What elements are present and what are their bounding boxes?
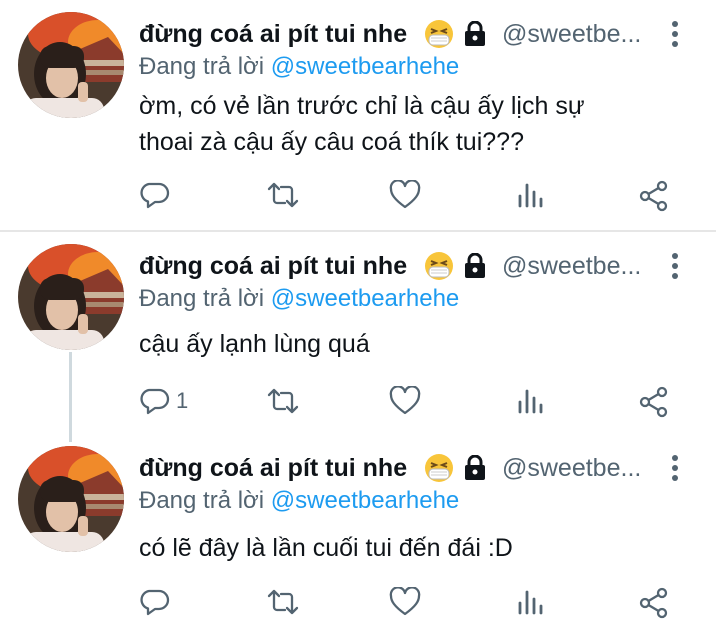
avatar[interactable]	[18, 244, 124, 350]
replying-to: Đang trả lời @sweetbearhehe	[139, 282, 459, 316]
avatar[interactable]	[18, 12, 124, 118]
author-handle: @sweetbe...	[502, 252, 642, 280]
analytics-button[interactable]	[516, 175, 556, 215]
heart-icon	[389, 180, 421, 209]
reply-icon	[140, 388, 170, 415]
avatar[interactable]	[18, 446, 124, 552]
reply-icon	[140, 182, 170, 209]
analytics-icon	[518, 183, 543, 208]
author-handle: @sweetbe...	[502, 20, 642, 48]
replying-prefix: Đang trả lời	[139, 53, 265, 80]
share-icon	[639, 587, 668, 619]
share-button[interactable]	[638, 175, 678, 215]
tweet-header: đừng coá ai pít tui nhe @sweetbe...	[139, 16, 699, 52]
like-button[interactable]	[389, 175, 429, 215]
analytics-icon	[518, 590, 543, 615]
analytics-button[interactable]	[516, 582, 556, 622]
retweet-icon	[267, 589, 299, 615]
more-options-icon[interactable]	[671, 454, 679, 482]
reply-button[interactable]	[140, 175, 200, 215]
heart-icon	[389, 386, 421, 415]
face-with-medical-mask-squinting-emoji	[424, 19, 454, 49]
tweet-header: đừng coá ai pít tui nhe @sweetbe...	[139, 450, 699, 486]
more-options-icon[interactable]	[671, 20, 679, 48]
replying-prefix: Đang trả lời	[139, 285, 265, 312]
like-button[interactable]	[389, 582, 429, 622]
share-button[interactable]	[638, 582, 678, 622]
tweet-header: đừng coá ai pít tui nhe @sweetbe...	[139, 248, 699, 284]
lock-icon	[463, 252, 487, 279]
tweet-1[interactable]: đừng coá ai pít tui nhe @sweetbe... Đang…	[0, 0, 716, 232]
author-handle: @sweetbe...	[502, 454, 642, 482]
tweet-text: ờm, có vẻ lần trước chỉ là cậu ấy lịch s…	[139, 88, 659, 160]
lock-icon	[463, 20, 487, 47]
tweet-text-line: thoai zà cậu ấy câu coá thík tui???	[139, 128, 524, 156]
author-name[interactable]: đừng coá ai pít tui nhe	[139, 450, 407, 486]
reply-button[interactable]	[140, 582, 200, 622]
tweet-text: cậu ấy lạnh lùng quá	[139, 326, 659, 362]
retweet-button[interactable]	[266, 381, 306, 421]
replying-mention-link[interactable]: @sweetbearhehe	[271, 53, 459, 80]
like-button[interactable]	[389, 381, 429, 421]
face-with-medical-mask-squinting-emoji	[424, 453, 454, 483]
tweet-2[interactable]: đừng coá ai pít tui nhe @sweetbe... Đang…	[0, 232, 716, 440]
tweet-text-line: ờm, có vẻ lần trước chỉ là cậu ấy lịch s…	[139, 92, 585, 120]
replying-to: Đang trả lời @sweetbearhehe	[139, 50, 459, 84]
replying-to: Đang trả lời @sweetbearhehe	[139, 484, 459, 518]
analytics-icon	[518, 389, 543, 414]
share-icon	[639, 180, 668, 212]
share-button[interactable]	[638, 381, 678, 421]
tweet-actions: 1	[0, 381, 716, 421]
retweet-button[interactable]	[266, 582, 306, 622]
tweet-text-line: cậu ấy lạnh lùng quá	[139, 330, 370, 358]
lock-icon	[463, 454, 487, 481]
reply-count: 1	[176, 388, 189, 413]
retweet-button[interactable]	[266, 175, 306, 215]
tweet-actions	[0, 582, 716, 622]
author-name[interactable]: đừng coá ai pít tui nhe	[139, 16, 407, 52]
tweet-3[interactable]: đừng coá ai pít tui nhe @sweetbe... Đang…	[0, 434, 716, 620]
replying-mention-link[interactable]: @sweetbearhehe	[271, 487, 459, 514]
face-with-medical-mask-squinting-emoji	[424, 251, 454, 281]
author-name[interactable]: đừng coá ai pít tui nhe	[139, 248, 407, 284]
tweet-text: có lẽ đây là lần cuối tui đến đái :D	[139, 530, 659, 566]
analytics-button[interactable]	[516, 381, 556, 421]
more-options-icon[interactable]	[671, 252, 679, 280]
replying-prefix: Đang trả lời	[139, 487, 265, 514]
tweet-actions	[0, 175, 716, 215]
reply-button[interactable]: 1	[140, 381, 200, 421]
heart-icon	[389, 587, 421, 616]
share-icon	[639, 386, 668, 418]
tweet-text-line: có lẽ đây là lần cuối tui đến đái :D	[139, 534, 513, 562]
reply-icon	[140, 589, 170, 616]
replying-mention-link[interactable]: @sweetbearhehe	[271, 285, 459, 312]
retweet-icon	[267, 388, 299, 414]
retweet-icon	[267, 182, 299, 208]
